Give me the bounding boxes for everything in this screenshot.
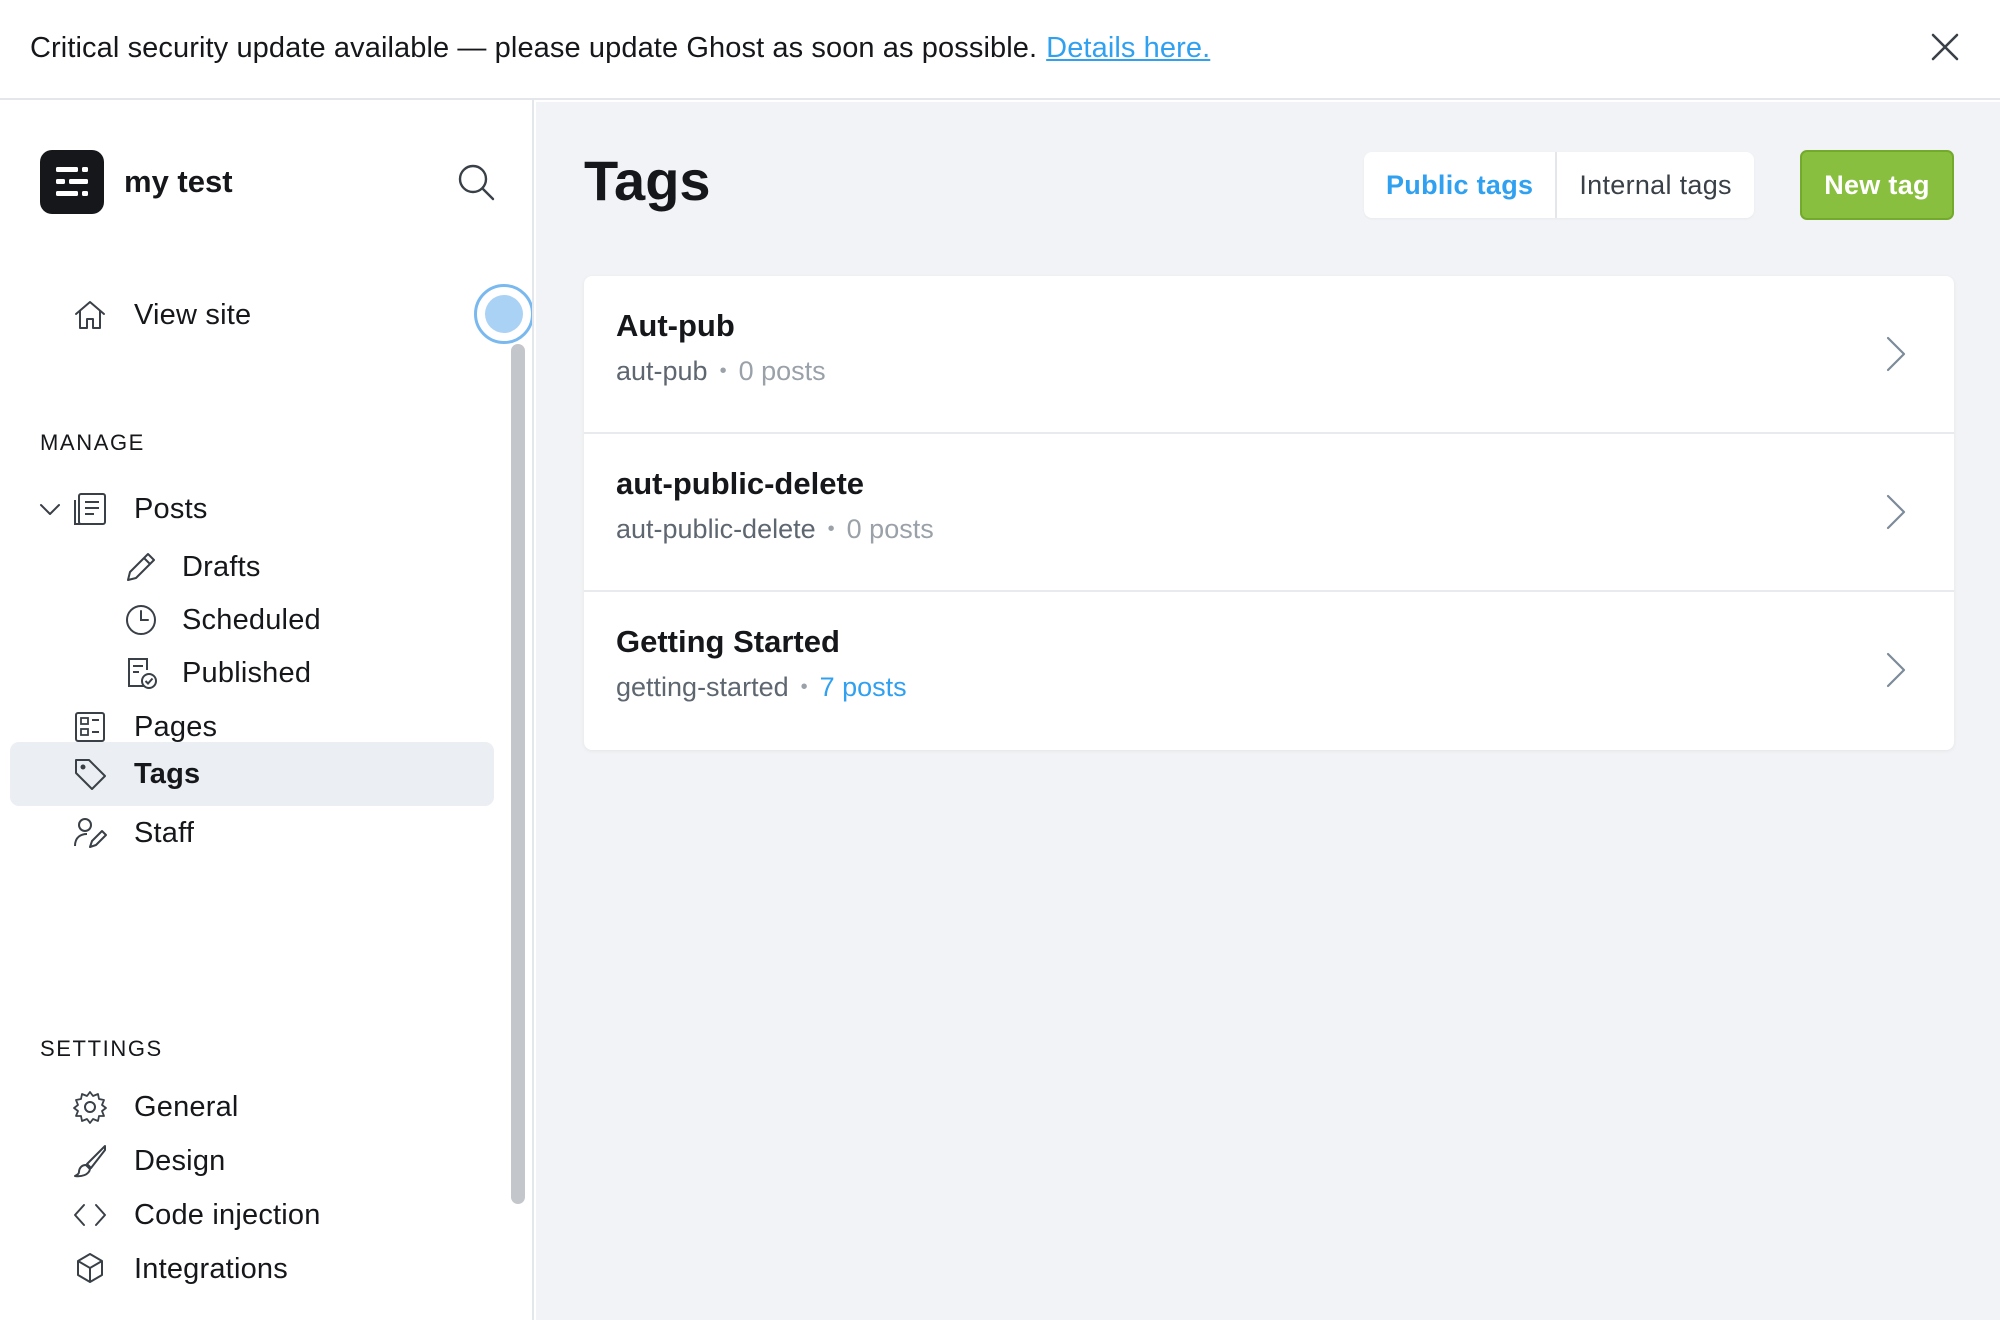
tag-meta: getting-started • 7 posts <box>616 672 907 703</box>
chevron-right-icon <box>1882 650 1910 690</box>
sidebar-scrollbar[interactable] <box>506 238 528 1320</box>
integrations-icon <box>70 1249 110 1289</box>
sidebar-item-tags[interactable]: Tags <box>10 742 494 806</box>
view-site-link[interactable]: View site <box>70 284 251 346</box>
tag-slug: getting-started <box>616 672 789 702</box>
tab-internal-tags[interactable]: Internal tags <box>1557 152 1754 218</box>
tag-slug: aut-pub <box>616 356 708 386</box>
site-name: my test <box>124 164 233 199</box>
sidebar-item-integrations[interactable]: Integrations <box>70 1238 288 1300</box>
tag-filter-toggle: Public tags Internal tags <box>1364 152 1754 218</box>
sidebar-item-label: Integrations <box>134 1252 288 1285</box>
ghost-logo-icon <box>40 150 104 214</box>
banner-message-line: Critical security update available — ple… <box>30 32 1210 65</box>
pages-icon <box>70 707 110 747</box>
tag-post-count: 0 posts <box>846 514 934 544</box>
chevron-right-icon <box>1882 492 1910 532</box>
sidebar-item-label: Tags <box>134 757 201 790</box>
search-icon[interactable] <box>456 162 496 202</box>
scroll-position-indicator <box>474 284 532 344</box>
banner-message: Critical security update available — ple… <box>30 32 1038 64</box>
published-check-icon <box>122 654 160 692</box>
sidebar: my test View site MANAGE Posts Drafts Sc… <box>0 100 534 1320</box>
clock-icon <box>122 601 160 639</box>
page-title: Tags <box>584 149 711 212</box>
settings-section-title: SETTINGS <box>40 1036 163 1061</box>
tag-icon <box>70 754 110 794</box>
sidebar-item-posts[interactable]: Posts <box>70 478 208 540</box>
posts-icon <box>70 489 110 529</box>
main-content: Tags Public tags Internal tags New tag A… <box>536 102 2000 1320</box>
sidebar-item-label: Design <box>134 1144 226 1177</box>
site-brand[interactable]: my test <box>40 150 233 214</box>
separator-dot: • <box>800 676 808 698</box>
tag-meta: aut-public-delete • 0 posts <box>616 514 934 545</box>
pencil-icon <box>122 548 160 586</box>
tag-row[interactable]: Aut-pub aut-pub • 0 posts <box>584 276 1954 434</box>
sidebar-item-general[interactable]: General <box>70 1076 239 1138</box>
chevron-down-icon[interactable] <box>38 498 62 522</box>
home-icon <box>70 295 110 335</box>
gear-icon <box>70 1087 110 1127</box>
sidebar-item-label: Published <box>182 656 312 689</box>
tag-post-count-link[interactable]: 7 posts <box>820 672 907 703</box>
tag-post-count: 0 posts <box>738 356 826 386</box>
chevron-right-icon <box>1882 334 1910 374</box>
tag-meta: aut-pub • 0 posts <box>616 356 826 387</box>
tag-list: Aut-pub aut-pub • 0 posts aut-public-del… <box>584 276 1954 750</box>
sidebar-item-code-injection[interactable]: Code injection <box>70 1184 321 1246</box>
sidebar-item-label: Drafts <box>182 550 261 583</box>
sidebar-item-label: Posts <box>134 492 208 525</box>
new-tag-button[interactable]: New tag <box>1800 150 1954 220</box>
tag-row[interactable]: aut-public-delete aut-public-delete • 0 … <box>584 434 1954 592</box>
tag-name: aut-public-delete <box>616 466 865 501</box>
separator-dot: • <box>827 518 835 540</box>
sidebar-scrollbar-thumb[interactable] <box>511 344 525 1204</box>
tab-public-tags[interactable]: Public tags <box>1364 152 1555 218</box>
tag-name: Aut-pub <box>616 308 735 343</box>
separator-dot: • <box>719 360 727 382</box>
sidebar-item-label: Code injection <box>134 1198 321 1231</box>
staff-icon <box>70 813 110 853</box>
sidebar-item-published[interactable]: Published <box>122 642 311 704</box>
code-icon <box>70 1195 110 1235</box>
sidebar-item-label: Staff <box>134 816 195 849</box>
brush-icon <box>70 1141 110 1181</box>
close-icon[interactable] <box>1928 30 1962 64</box>
banner-details-link[interactable]: Details here. <box>1046 32 1210 64</box>
sidebar-item-label: Pages <box>134 710 218 743</box>
sidebar-item-label: Scheduled <box>182 603 321 636</box>
manage-section-title: MANAGE <box>40 430 145 455</box>
sidebar-item-label: General <box>134 1090 239 1123</box>
sidebar-item-design[interactable]: Design <box>70 1130 225 1192</box>
view-site-label: View site <box>134 298 252 331</box>
sidebar-item-staff[interactable]: Staff <box>70 802 194 864</box>
tag-name: Getting Started <box>616 624 840 659</box>
tag-row[interactable]: Getting Started getting-started • 7 post… <box>584 592 1954 750</box>
security-update-banner: Critical security update available — ple… <box>0 0 2000 100</box>
tag-slug: aut-public-delete <box>616 514 816 544</box>
